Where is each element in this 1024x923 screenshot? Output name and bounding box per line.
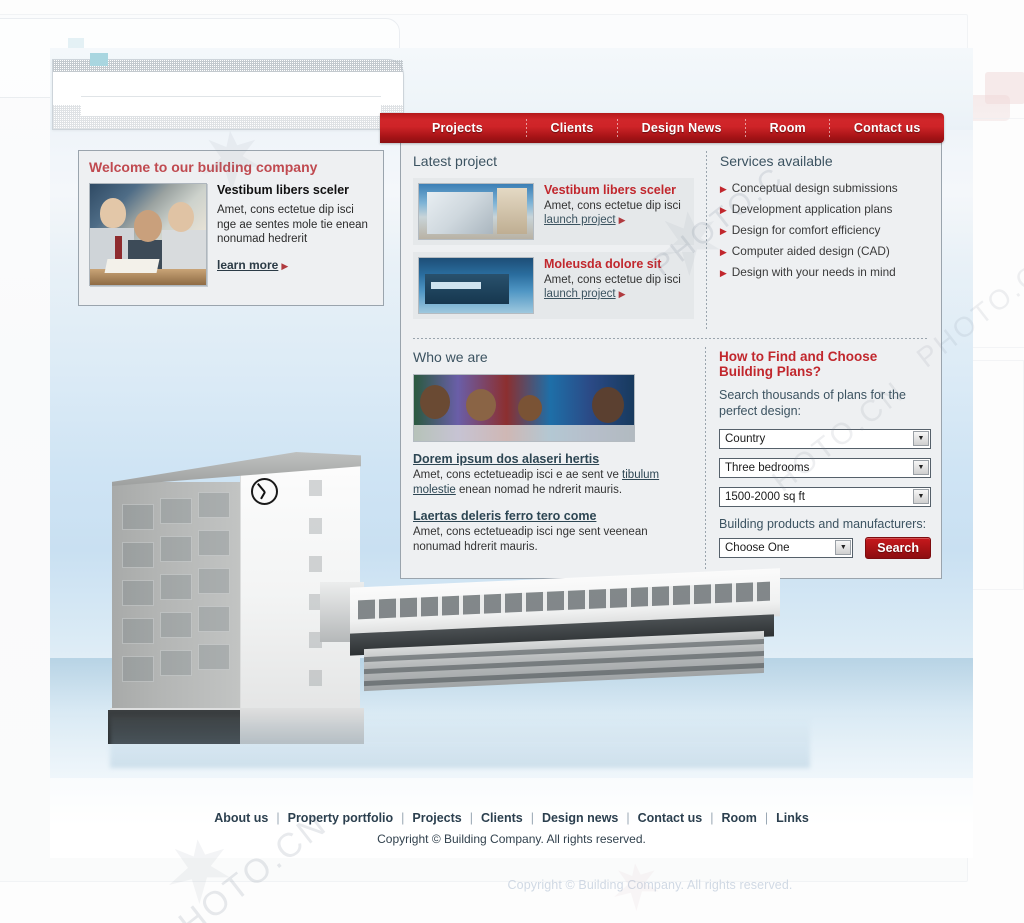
footer-separator: | [764, 811, 769, 825]
project-desc-text: Amet, cons ectetue dip isci [544, 200, 681, 212]
bullet-arrow-icon: ▶ [719, 268, 727, 278]
logo-overlay-divider [81, 96, 381, 97]
welcome-text: Vestibum libers sceler Amet, cons ectetu… [217, 183, 373, 286]
project-thumbnail[interactable] [418, 257, 534, 314]
services-section: Services available ▶ Conceptual design su… [705, 143, 941, 338]
site-header: Projects Clients Design News Room Contac… [50, 48, 973, 143]
welcome-photo [89, 183, 207, 286]
logo-area [50, 48, 406, 130]
tower-side-facade [112, 482, 240, 720]
footer-separator: | [469, 811, 474, 825]
service-item[interactable]: ▶ Design with your needs in mind [720, 262, 931, 283]
footer-separator: | [401, 811, 405, 825]
project-thumbnail[interactable] [418, 183, 534, 240]
website-page: Projects Clients Design News Room Contac… [50, 48, 973, 858]
logo-badge-icon [90, 53, 108, 66]
nav-item-design-news[interactable]: Design News [618, 121, 745, 135]
nav-item-contact-us[interactable]: Contact us [830, 121, 944, 135]
project-text: Vestibum libers sceler Amet, cons ectetu… [544, 183, 689, 227]
services-list: ▶ Conceptual design submissions ▶ Developm… [720, 178, 931, 283]
arrow-right-icon: ▶ [618, 289, 626, 299]
footer-link-about-us[interactable]: About us [212, 811, 270, 825]
who-we-are-title: Who we are [413, 349, 488, 365]
search-panel-subtitle: Search thousands of plans for the perfec… [719, 388, 906, 418]
logo-overlay-box [52, 59, 404, 130]
latest-project-section: Latest project Vestibum libers sceler Am… [401, 143, 706, 338]
service-label: Design for comfort efficiency [731, 223, 881, 237]
main-navigation: Projects Clients Design News Room Contac… [380, 113, 944, 143]
building-render-illustration [50, 433, 973, 778]
project-item[interactable]: Vestibum libers sceler Amet, cons ectetu… [413, 178, 694, 245]
services-title: Services available [719, 153, 833, 169]
project-title: Moleusda dolore sit [544, 257, 662, 271]
ghost-corner-chip [985, 72, 1024, 104]
service-label: Design with your needs in mind [731, 265, 896, 279]
project-item[interactable]: Moleusda dolore sit Amet, cons ectetue d… [413, 252, 694, 319]
project-text: Moleusda dolore sit Amet, cons ectetue d… [544, 257, 689, 301]
footer-link-contact-us[interactable]: Contact us [636, 811, 705, 825]
bullet-arrow-icon: ▶ [719, 184, 727, 194]
service-item[interactable]: ▶ Conceptual design submissions [720, 178, 931, 199]
vertical-divider [705, 151, 707, 330]
service-label: Development application plans [731, 202, 893, 216]
welcome-paragraph: Amet, cons ectetue dip isci nge ae sente… [217, 204, 368, 245]
project-desc-text: Amet, cons ectetue dip isci [544, 274, 681, 286]
bullet-arrow-icon: ▶ [719, 205, 727, 215]
logo-overlay-inner [81, 74, 381, 116]
footer-link-room[interactable]: Room [719, 811, 758, 825]
screenshot-canvas: Copyright © Building Company. All rights… [0, 0, 1024, 923]
service-label: Conceptual design submissions [731, 181, 898, 195]
clock-icon [251, 478, 278, 505]
service-item[interactable]: ▶ Design for comfort efficiency [720, 220, 931, 241]
welcome-body: Vestibum libers sceler Amet, cons ectetu… [89, 183, 373, 286]
footer-separator: | [276, 811, 280, 825]
footer-separator: | [530, 811, 534, 825]
project-title: Vestibum libers sceler [544, 183, 677, 197]
footer-separator: | [710, 811, 714, 825]
welcome-title: Welcome to our building company [89, 159, 318, 175]
nav-item-projects[interactable]: Projects [380, 121, 526, 135]
latest-project-title: Latest project [413, 153, 498, 169]
service-item[interactable]: ▶ Development application plans [720, 199, 931, 220]
footer-navigation: About us | Property portfolio | Projects | Cli… [50, 811, 973, 825]
arrow-right-icon: ▶ [618, 215, 626, 225]
launch-project-link[interactable]: launch project [544, 214, 616, 226]
project-description: Amet, cons ectetue dip isci launch proje… [544, 199, 689, 227]
nav-item-room[interactable]: Room [746, 121, 829, 135]
panel-row-top: Latest project Vestibum libers sceler Am… [401, 143, 941, 338]
watermark-figure-icon [614, 863, 659, 911]
footer-link-clients[interactable]: Clients [479, 811, 525, 825]
welcome-heading: Vestibum libers sceler [217, 183, 350, 197]
nav-item-clients[interactable]: Clients [527, 121, 617, 135]
footer-separator: | [626, 811, 630, 825]
water-reflection [110, 716, 810, 768]
ghost-copyright: Copyright © Building Company. All rights… [507, 878, 793, 892]
learn-more-link[interactable]: learn more [217, 258, 278, 272]
service-label: Computer aided design (CAD) [731, 244, 890, 258]
footer-link-property-portfolio[interactable]: Property portfolio [286, 811, 396, 825]
site-footer: About us | Property portfolio | Projects | Cli… [50, 811, 973, 858]
footer-link-design-news[interactable]: Design news [540, 811, 620, 825]
service-item[interactable]: ▶ Computer aided design (CAD) [720, 241, 931, 262]
copyright-text: Copyright © Building Company. All rights… [377, 832, 646, 846]
welcome-box: Welcome to our building company Vestibum… [78, 150, 384, 306]
project-description: Amet, cons ectetue dip isci launch proje… [544, 273, 689, 301]
bullet-arrow-icon: ▶ [719, 247, 727, 257]
launch-project-link[interactable]: launch project [544, 288, 616, 300]
footer-link-projects[interactable]: Projects [410, 811, 463, 825]
footer-link-links[interactable]: Links [774, 811, 811, 825]
bullet-arrow-icon: ▶ [719, 226, 727, 236]
wing-building [320, 568, 780, 700]
who-we-are-photo [413, 374, 635, 442]
search-panel-title: How to Find and Choose Building Plans? [719, 349, 878, 379]
arrow-right-icon: ▶ [281, 260, 289, 271]
